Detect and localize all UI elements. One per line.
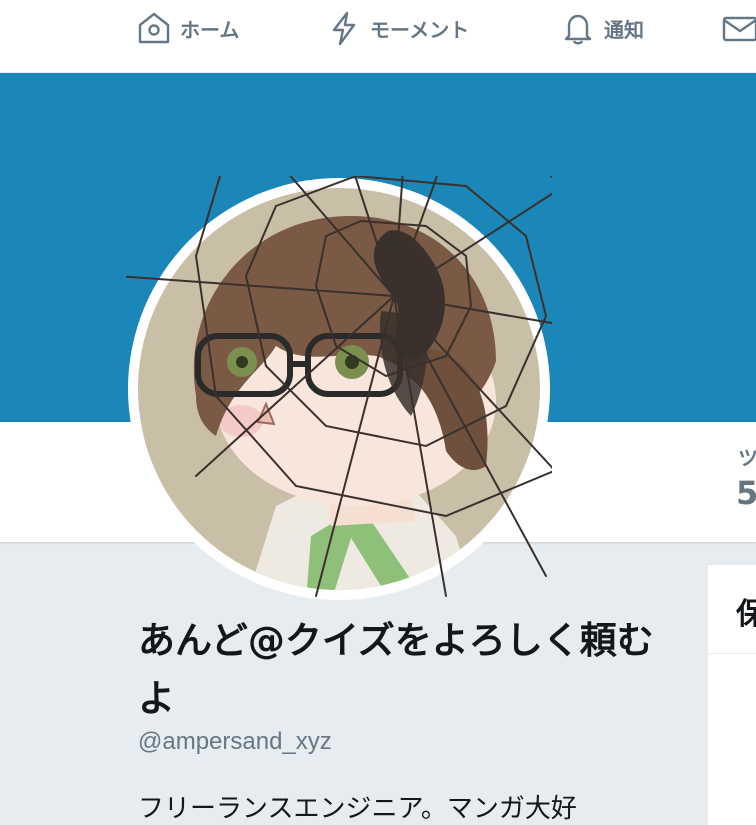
nav-home[interactable]: ホーム — [136, 0, 239, 56]
home-icon — [138, 12, 170, 44]
profile-avatar[interactable] — [126, 176, 552, 602]
nav-moments[interactable]: モーメント — [326, 0, 469, 56]
profile-screen-name[interactable]: @ampersand_xyz — [138, 728, 332, 756]
top-navigation: ホーム モーメント 通知 — [0, 0, 756, 73]
nav-home-label: ホーム — [180, 17, 240, 42]
divider — [708, 653, 756, 654]
notifications-icon — [564, 14, 592, 45]
nav-notifications[interactable]: 通知 — [560, 0, 644, 56]
profile-bio: フリーランスエンジニア。マンガ大好 — [138, 794, 577, 824]
sidebar-card-title: 保 — [736, 597, 756, 632]
sidebar-card: 保 — [708, 565, 756, 825]
stat-tweets-count[interactable]: 5 — [736, 474, 756, 512]
nav-moments-label: モーメント — [370, 17, 470, 42]
stat-tweets-label[interactable]: ツ — [738, 442, 756, 471]
nav-notifications-label: 通知 — [604, 17, 644, 42]
moments-icon — [332, 11, 356, 46]
nav-messages[interactable] — [720, 0, 756, 56]
messages-icon — [722, 16, 756, 42]
profile-display-name[interactable]: あんど@クイズをよろしく頼むよ — [138, 612, 658, 728]
